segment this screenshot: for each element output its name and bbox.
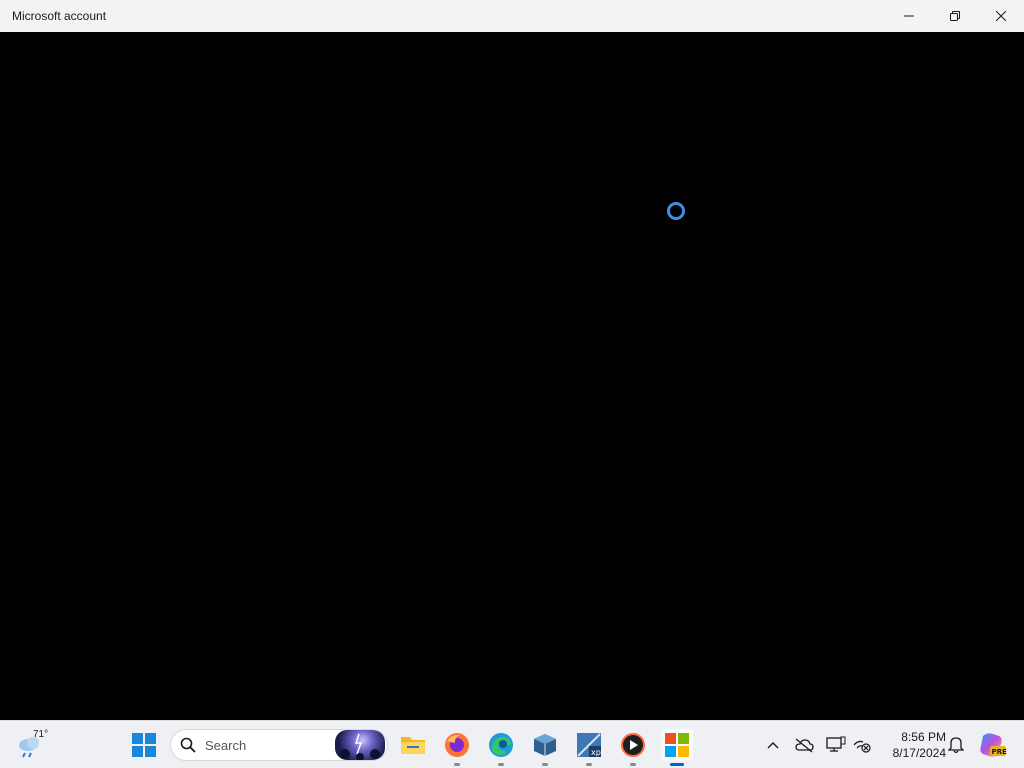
running-indicator xyxy=(586,763,592,766)
virtualbox-icon xyxy=(534,734,556,756)
taskbar-clock[interactable]: 8:56 PM 8/17/2024 xyxy=(880,727,946,763)
running-indicator xyxy=(498,763,504,766)
taskbar-app-file-explorer[interactable] xyxy=(397,729,429,761)
restore-icon xyxy=(950,11,960,21)
firefox-icon xyxy=(445,733,469,757)
taskbar-app-firefox[interactable] xyxy=(441,729,473,766)
xp-vm-icon: xp xyxy=(577,733,601,757)
taskbar-app-vm-xp[interactable]: xp xyxy=(573,729,605,766)
edge-icon xyxy=(489,733,513,757)
microsoft-logo-icon xyxy=(665,733,689,757)
taskbar: 71° Search xp 8:56 PM 8/17/2024 PRE xyxy=(0,720,1024,768)
close-button[interactable] xyxy=(978,0,1024,32)
window-content xyxy=(0,32,1024,720)
taskbar-app-virtualbox[interactable] xyxy=(529,729,561,766)
taskbar-search[interactable]: Search xyxy=(170,729,388,761)
start-button[interactable] xyxy=(128,729,160,761)
taskbar-app-edge[interactable] xyxy=(485,729,517,766)
onedrive-offline-icon xyxy=(795,738,814,753)
loading-spinner-icon xyxy=(667,202,685,220)
close-icon xyxy=(996,11,1006,21)
running-indicator xyxy=(454,763,460,766)
media-player-icon xyxy=(621,733,645,757)
taskbar-app-microsoft-store[interactable] xyxy=(661,729,693,766)
search-label: Search xyxy=(205,737,247,753)
display-tray-button[interactable] xyxy=(825,733,847,757)
bell-icon xyxy=(948,737,964,754)
running-indicator xyxy=(630,763,636,766)
weather-widget[interactable]: 71° xyxy=(14,727,54,763)
minimize-icon xyxy=(904,15,914,17)
restore-button[interactable] xyxy=(932,0,978,32)
notifications-button[interactable] xyxy=(945,733,967,757)
chevron-up-icon xyxy=(767,742,779,749)
copilot-badge: PRE xyxy=(992,748,1008,756)
weather-temperature: 71° xyxy=(33,729,49,740)
active-indicator xyxy=(670,763,684,766)
copilot-button[interactable]: PRE xyxy=(978,731,1008,759)
clock-date: 8/17/2024 xyxy=(892,746,946,760)
clock-time: 8:56 PM xyxy=(901,730,946,744)
taskbar-app-media-player[interactable] xyxy=(617,729,649,766)
network-disconnected-icon xyxy=(853,740,871,753)
windows-start-icon xyxy=(132,733,156,757)
folder-icon xyxy=(401,737,425,754)
running-indicator xyxy=(542,763,548,766)
display-icon xyxy=(826,736,846,752)
show-hidden-icons-button[interactable] xyxy=(762,733,784,757)
title-bar[interactable]: Microsoft account xyxy=(0,0,1024,32)
search-icon xyxy=(180,737,196,753)
network-tray-button[interactable] xyxy=(851,733,873,757)
window-title: Microsoft account xyxy=(12,9,107,23)
search-highlight-image xyxy=(335,730,385,760)
onedrive-tray-button[interactable] xyxy=(793,733,815,757)
microsoft-account-window: Microsoft account xyxy=(0,0,1024,720)
minimize-button[interactable] xyxy=(886,0,932,32)
svg-text:xp: xp xyxy=(591,748,601,757)
copilot-pre-icon: PRE xyxy=(980,733,1008,757)
